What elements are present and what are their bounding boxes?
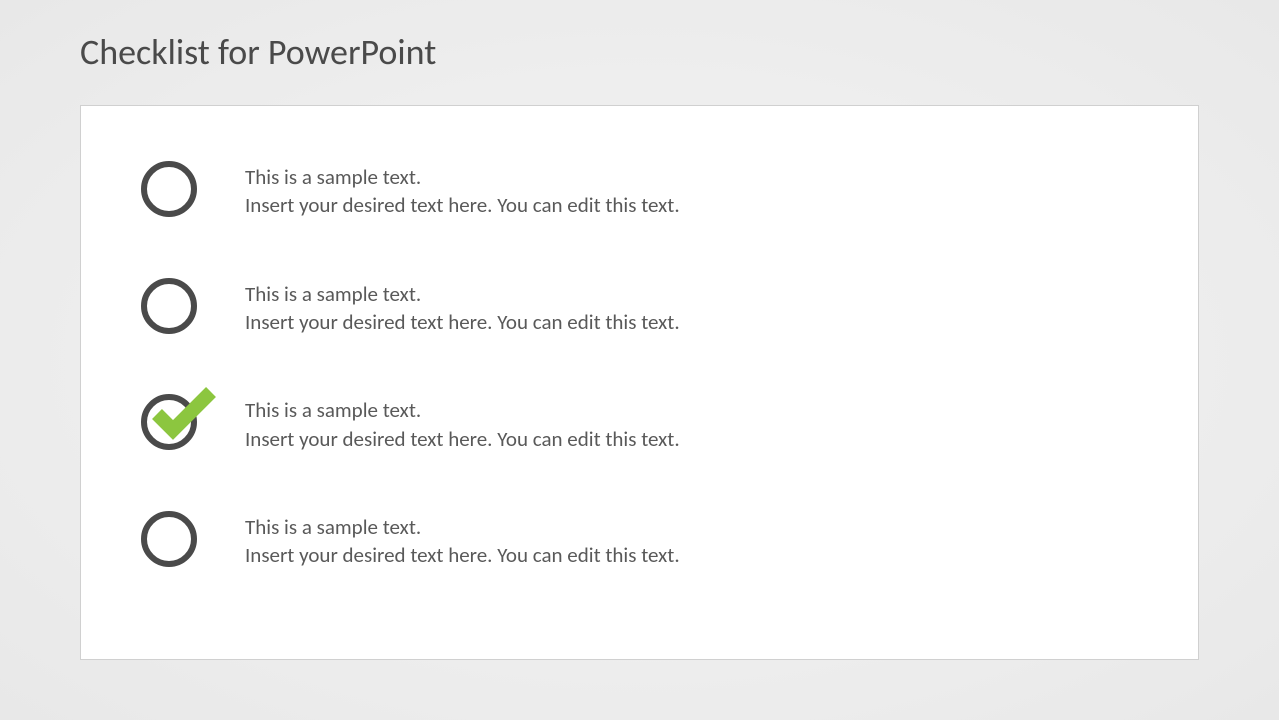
circle-icon [141,278,197,334]
checklist: This is a sample text. Insert your desir… [81,106,1198,610]
item-line2: Insert your desired text here. You can e… [245,308,680,336]
checkbox-wrapper [141,394,197,450]
item-line1: This is a sample text. [245,163,680,191]
item-text: This is a sample text. Insert your desir… [245,278,680,337]
checkbox-wrapper [141,161,197,217]
content-panel: This is a sample text. Insert your desir… [80,105,1199,660]
checklist-item: This is a sample text. Insert your desir… [141,511,1138,570]
checklist-item: This is a sample text. Insert your desir… [141,161,1138,220]
checkbox-wrapper [141,511,197,567]
item-line1: This is a sample text. [245,280,680,308]
item-line2: Insert your desired text here. You can e… [245,191,680,219]
checkmark-icon [149,386,219,442]
item-text: This is a sample text. Insert your desir… [245,394,680,453]
item-line1: This is a sample text. [245,513,680,541]
item-line2: Insert your desired text here. You can e… [245,425,680,453]
item-text: This is a sample text. Insert your desir… [245,161,680,220]
circle-icon [141,511,197,567]
item-line1: This is a sample text. [245,396,680,424]
circle-icon [141,161,197,217]
item-line2: Insert your desired text here. You can e… [245,541,680,569]
slide-title: Checklist for PowerPoint [80,30,436,74]
checklist-item: This is a sample text. Insert your desir… [141,394,1138,453]
item-text: This is a sample text. Insert your desir… [245,511,680,570]
checklist-item: This is a sample text. Insert your desir… [141,278,1138,337]
checkbox-wrapper [141,278,197,334]
